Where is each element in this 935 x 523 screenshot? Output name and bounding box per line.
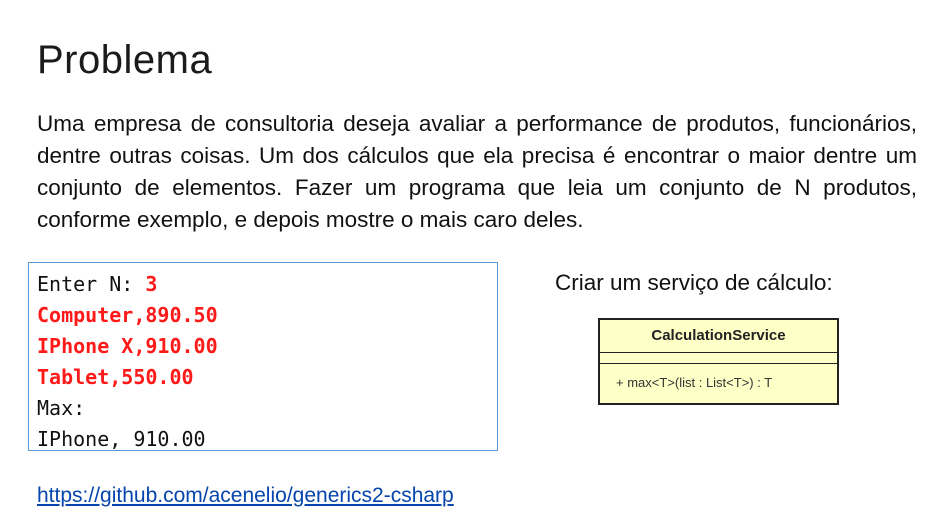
problem-description: Uma empresa de consultoria deseja avalia… xyxy=(37,111,917,232)
prompt-value: 3 xyxy=(145,272,158,296)
uml-class-box: CalculationService + max<T>(list : List<… xyxy=(598,318,839,405)
console-input-line: IPhone X,910.00 xyxy=(37,334,218,358)
console-input-line: Computer,890.50 xyxy=(37,303,218,327)
prompt-label: Enter N: xyxy=(37,272,146,296)
console-output-value: IPhone, 910.00 xyxy=(37,427,206,451)
github-link[interactable]: https://github.com/acenelio/generics2-cs… xyxy=(37,484,454,508)
slide-title: Problema xyxy=(37,38,213,82)
console-output-label: Max: xyxy=(37,396,86,420)
uml-class-name: CalculationService xyxy=(600,320,837,353)
uml-operation: + max<T>(list : List<T>) : T xyxy=(616,375,773,390)
uml-attributes-compartment xyxy=(600,353,837,364)
console-example: Enter N: 3 Computer,890.50 IPhone X,910.… xyxy=(28,262,498,451)
console-input-line: Tablet,550.00 xyxy=(37,365,194,389)
console-line-prompt: Enter N: 3 xyxy=(37,269,497,300)
service-caption: Criar um serviço de cálculo: xyxy=(555,270,833,295)
